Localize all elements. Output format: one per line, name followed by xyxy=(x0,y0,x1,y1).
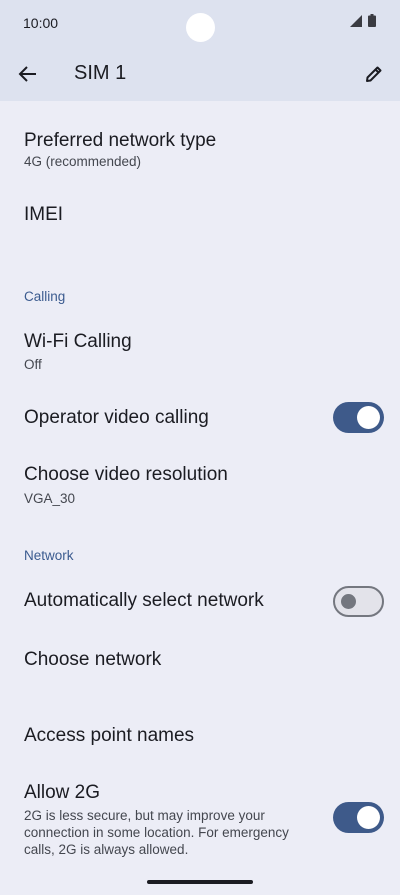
operator-video-calling-item[interactable]: Operator video calling xyxy=(0,396,400,440)
item-subtitle: VGA_30 xyxy=(24,491,76,506)
imei-item[interactable]: IMEI xyxy=(0,190,400,240)
arrow-back-icon xyxy=(18,66,36,82)
pencil-icon xyxy=(366,66,382,82)
item-subtitle: 4G (recommended) xyxy=(24,154,142,169)
item-title: Choose video resolution xyxy=(24,464,228,485)
item-title: Access point names xyxy=(24,725,195,746)
status-time: 10:00 xyxy=(23,15,59,31)
item-subtitle: 2G is less secure, but may improve your … xyxy=(24,808,289,857)
video-resolution-item[interactable]: Choose video resolution VGA_30 xyxy=(0,455,400,515)
allow-2g-toggle[interactable] xyxy=(333,802,384,833)
page-title: SIM 1 xyxy=(74,62,127,84)
back-button[interactable] xyxy=(14,60,42,88)
camera-cutout xyxy=(186,13,215,42)
auto-select-network-toggle[interactable] xyxy=(333,586,384,617)
toggle-knob xyxy=(357,806,380,829)
item-title: Choose network xyxy=(24,649,162,670)
allow-2g-item[interactable]: Allow 2G 2G is less secure, but may impr… xyxy=(0,772,400,862)
auto-select-network-item[interactable]: Automatically select network xyxy=(0,580,400,624)
toggle-knob xyxy=(357,406,380,429)
item-title: Wi-Fi Calling xyxy=(24,331,132,352)
edit-button[interactable] xyxy=(360,60,388,88)
preferred-network-type-item[interactable]: Preferred network type 4G (recommended) xyxy=(0,120,400,184)
access-point-names-item[interactable]: Access point names xyxy=(0,714,400,758)
item-title: Preferred network type xyxy=(24,130,217,151)
battery-icon xyxy=(368,14,376,27)
wifi-calling-item[interactable]: Wi-Fi Calling Off xyxy=(0,322,400,382)
item-title: IMEI xyxy=(24,204,64,225)
operator-video-calling-toggle[interactable] xyxy=(333,402,384,433)
app-bar: SIM 1 xyxy=(0,46,400,101)
section-header-network: Network xyxy=(24,548,74,563)
signal-icon xyxy=(350,14,362,27)
toggle-knob xyxy=(341,594,356,609)
item-title: Automatically select network xyxy=(24,590,264,611)
status-bar: 10:00 xyxy=(0,0,400,46)
choose-network-item[interactable]: Choose network xyxy=(0,638,400,682)
gesture-nav-bar[interactable] xyxy=(147,880,253,884)
status-icons xyxy=(350,14,376,27)
item-title: Operator video calling xyxy=(24,407,209,428)
item-title: Allow 2G xyxy=(24,782,101,803)
section-header-calling: Calling xyxy=(24,289,66,304)
item-subtitle: Off xyxy=(24,357,42,372)
